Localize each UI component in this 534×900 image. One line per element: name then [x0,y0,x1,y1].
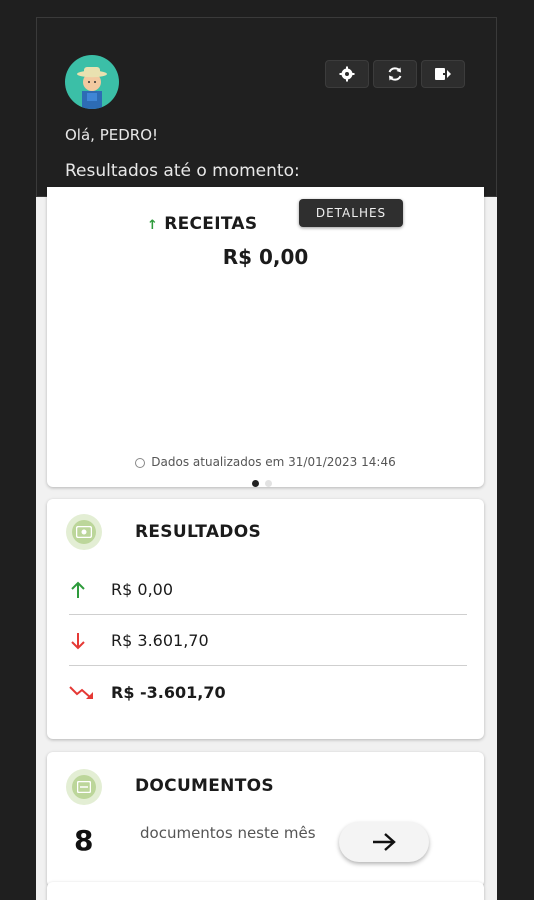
expense-value: R$ 3.601,70 [111,631,209,650]
document-icon [77,781,91,793]
app-screen: Olá, PEDRO! Resultados até o momento: ↑ R… [36,17,497,900]
documentos-title: DOCUMENTOS [135,776,274,796]
arrow-right-icon [373,833,396,851]
receitas-title: ↑ RECEITAS [147,214,257,234]
refresh-icon [388,67,402,81]
settings-icon [339,66,355,82]
result-row-expense: R$ 3.601,70 [69,616,467,666]
logout-button[interactable] [421,60,465,88]
refresh-button[interactable] [373,60,417,88]
result-row-income: R$ 0,00 [69,565,467,615]
money-icon [76,526,92,538]
arrow-up-icon [69,580,111,600]
documents-label: documentos neste mês [140,824,316,842]
pager-dot-active[interactable] [252,480,259,487]
trend-down-icon [69,684,111,700]
last-updated-text: Dados atualizados em 31/01/2023 14:46 [151,455,396,469]
receitas-card[interactable]: ↑ RECEITAS DETALHES R$ 0,00 Dados atualiz… [47,187,484,487]
documentos-card: DOCUMENTOS 8 documentos neste mês [47,752,484,887]
resultados-card: RESULTADOS R$ 0,00 R$ 3.601,70 R$ -3.601… [47,499,484,739]
receitas-value: R$ 0,00 [222,245,309,269]
details-button[interactable]: DETALHES [299,199,403,227]
header: Olá, PEDRO! Resultados até o momento: [36,17,497,197]
documents-count: 8 [74,824,94,857]
greeting-text: Olá, PEDRO! [65,126,159,144]
documentos-section-icon [66,769,102,805]
pager-dot[interactable] [265,480,272,487]
result-row-balance: R$ -3.601,70 [69,667,467,717]
logout-icon [435,68,451,80]
balance-value: R$ -3.601,70 [111,682,226,702]
results-subtitle: Resultados até o momento: [65,161,300,181]
clock-icon [135,457,146,468]
last-updated: Dados atualizados em 31/01/2023 14:46 [47,455,484,469]
resultados-title: RESULTADOS [135,522,262,542]
farmer-avatar-icon [77,67,107,109]
resultados-section-icon [66,514,102,550]
open-documents-button[interactable] [339,822,429,862]
receitas-title-label: RECEITAS [164,214,258,234]
carousel-pager [252,480,272,487]
settings-button[interactable] [325,60,369,88]
arrow-up-icon: ↑ [147,218,159,233]
next-card [47,882,484,900]
income-value: R$ 0,00 [111,580,174,599]
arrow-down-icon [69,631,111,651]
avatar[interactable] [65,55,119,109]
